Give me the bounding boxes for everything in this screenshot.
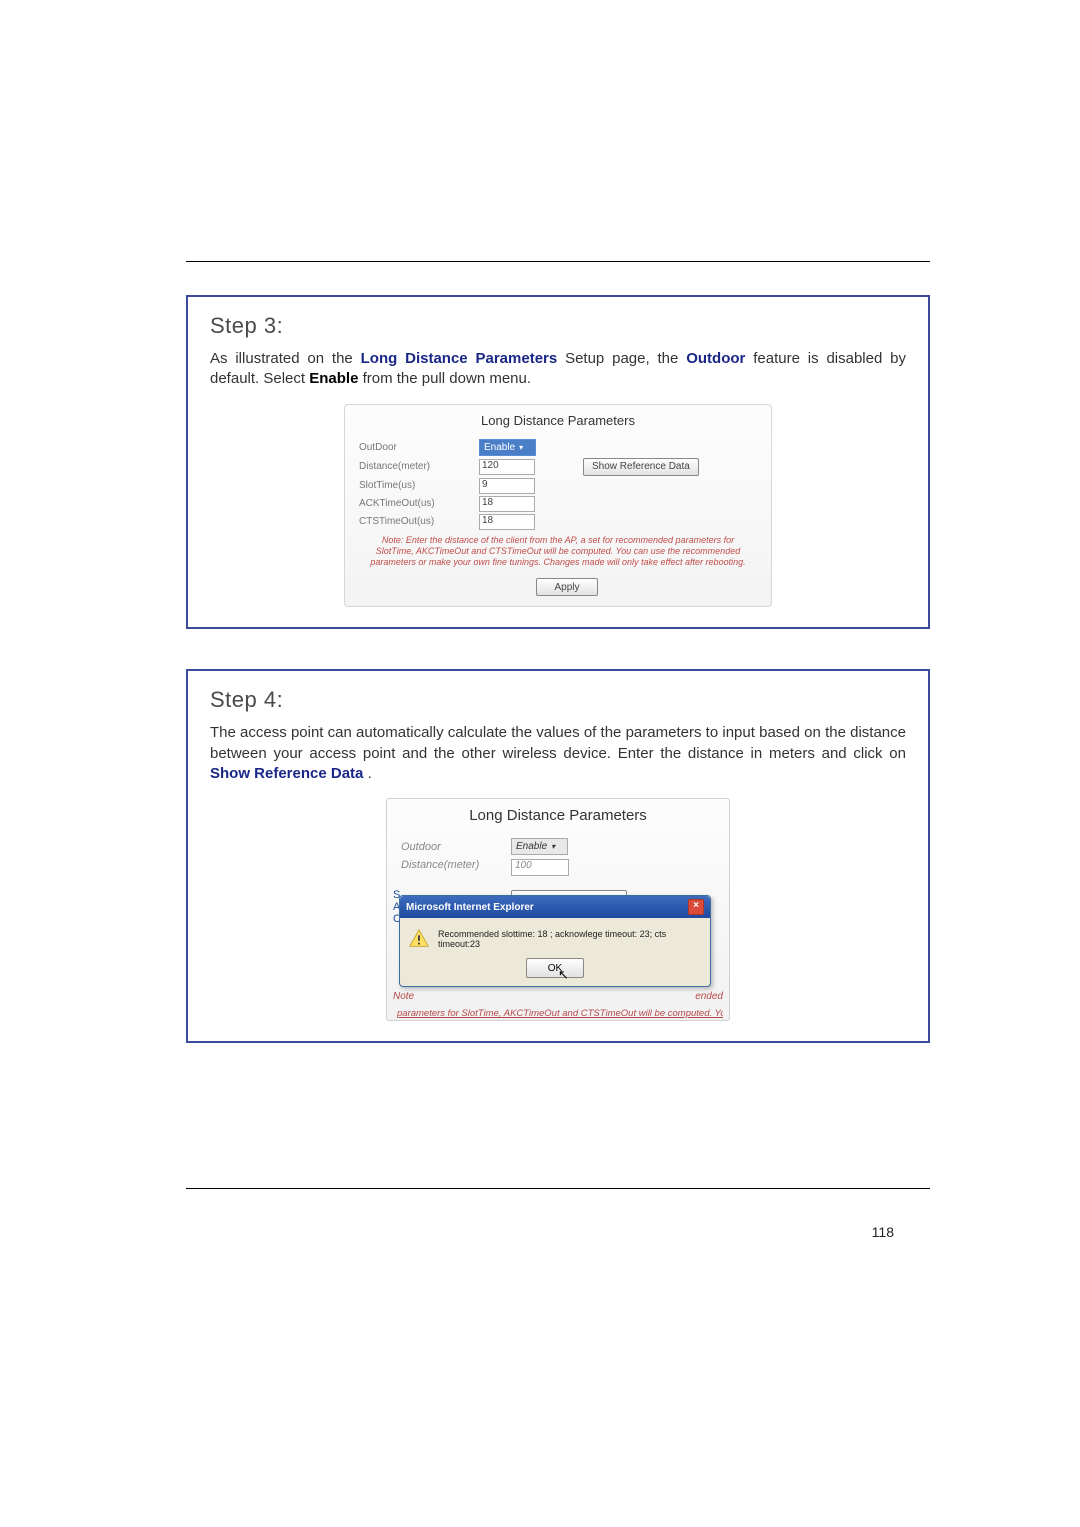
ie-alert-dialog: Microsoft Internet Explorer × Recommende… — [399, 895, 711, 987]
dialog-titlebar: Microsoft Internet Explorer × — [400, 896, 710, 918]
row-slottime: SlotTime(us) 9 — [353, 477, 763, 495]
step3-box: Step 3: As illustrated on the Long Dista… — [186, 295, 930, 629]
footer-italic-text: parameters for SlotTime, AKCTimeOut and … — [393, 1008, 723, 1020]
row-ctstimeout: CTSTimeOut(us) 18 — [353, 513, 763, 531]
distance2-input[interactable]: 100 — [511, 859, 569, 876]
outdoor-label: OutDoor — [359, 442, 479, 453]
step4-body: The access point can automatically calcu… — [210, 723, 906, 784]
outdoor2-value: Enable — [516, 841, 547, 852]
step4-text2: . — [368, 765, 372, 782]
chevron-down-icon: ▾ — [551, 842, 555, 851]
note-right-fragment: ended — [695, 991, 723, 1002]
dialog-title-text: Microsoft Internet Explorer — [406, 902, 534, 913]
row-acktimeout: ACKTimeOut(us) 18 — [353, 495, 763, 513]
ldp-panel2-title: Long Distance Parameters — [393, 803, 723, 836]
step3-text2: Setup page, the — [565, 350, 686, 367]
close-icon[interactable]: × — [688, 899, 704, 915]
step3-bold1: Long Distance Parameters — [361, 350, 558, 367]
distance-label: Distance(meter) — [359, 461, 479, 472]
step3-title: Step 3: — [210, 313, 906, 339]
dialog-message: Recommended slottime: 18 ; acknowlege ti… — [438, 929, 702, 949]
chevron-down-icon: ▾ — [519, 443, 523, 452]
outdoor-select[interactable]: Enable ▾ — [479, 439, 536, 456]
show-reference-data-button[interactable]: Show Reference Data — [583, 458, 699, 476]
step4-text1: The access point can automatically calcu… — [210, 724, 906, 761]
outdoor2-select[interactable]: Enable ▾ — [511, 838, 568, 855]
row-outdoor: OutDoor Enable ▾ — [353, 438, 763, 457]
distance2-label: Distance(meter) — [401, 859, 511, 871]
step3-bold2: Outdoor — [686, 350, 745, 367]
step3-bold3: Enable — [309, 370, 358, 387]
step3-text1: As illustrated on the — [210, 350, 361, 367]
warning-icon — [408, 928, 430, 950]
slottime-input[interactable]: 9 — [479, 478, 535, 494]
ldp-panel-step3: Long Distance Parameters OutDoor Enable … — [344, 404, 772, 608]
step3-text4: from the pull down menu. — [363, 370, 531, 387]
slottime-label: SlotTime(us) — [359, 480, 479, 491]
outdoor2-label: Outdoor — [401, 841, 511, 853]
step3-body: As illustrated on the Long Distance Para… — [210, 349, 906, 390]
outdoor-select-value: Enable — [484, 442, 515, 453]
dialog-body: Recommended slottime: 18 ; acknowlege ti… — [400, 918, 710, 986]
acktimeout-input[interactable]: 18 — [479, 496, 535, 512]
cursor-icon: ↖ — [558, 967, 569, 983]
distance-input[interactable]: 120 — [479, 459, 535, 475]
ldp-panel-title: Long Distance Parameters — [353, 411, 763, 438]
ok-button[interactable]: OK — [526, 958, 584, 978]
ctstimeout-label: CTSTimeOut(us) — [359, 516, 479, 527]
acktimeout-label: ACKTimeOut(us) — [359, 498, 479, 509]
apply-button[interactable]: Apply — [536, 578, 598, 596]
note-left-fragment: Note — [393, 991, 414, 1002]
row-distance: Distance(meter) 120 Show Reference Data — [353, 457, 763, 477]
top-rule — [186, 261, 930, 262]
panel-note: Note: Enter the distance of the client f… — [353, 531, 763, 571]
ldp-panel-step4: Long Distance Parameters Outdoor Enable … — [386, 798, 730, 1021]
row2-outdoor: Outdoor Enable ▾ — [393, 836, 723, 857]
page-number: 118 — [872, 1224, 894, 1240]
step4-bold1: Show Reference Data — [210, 765, 363, 782]
ctstimeout-input[interactable]: 18 — [479, 514, 535, 530]
step4-box: Step 4: The access point can automatical… — [186, 669, 930, 1043]
step4-title: Step 4: — [210, 687, 906, 713]
bottom-rule — [186, 1188, 930, 1189]
